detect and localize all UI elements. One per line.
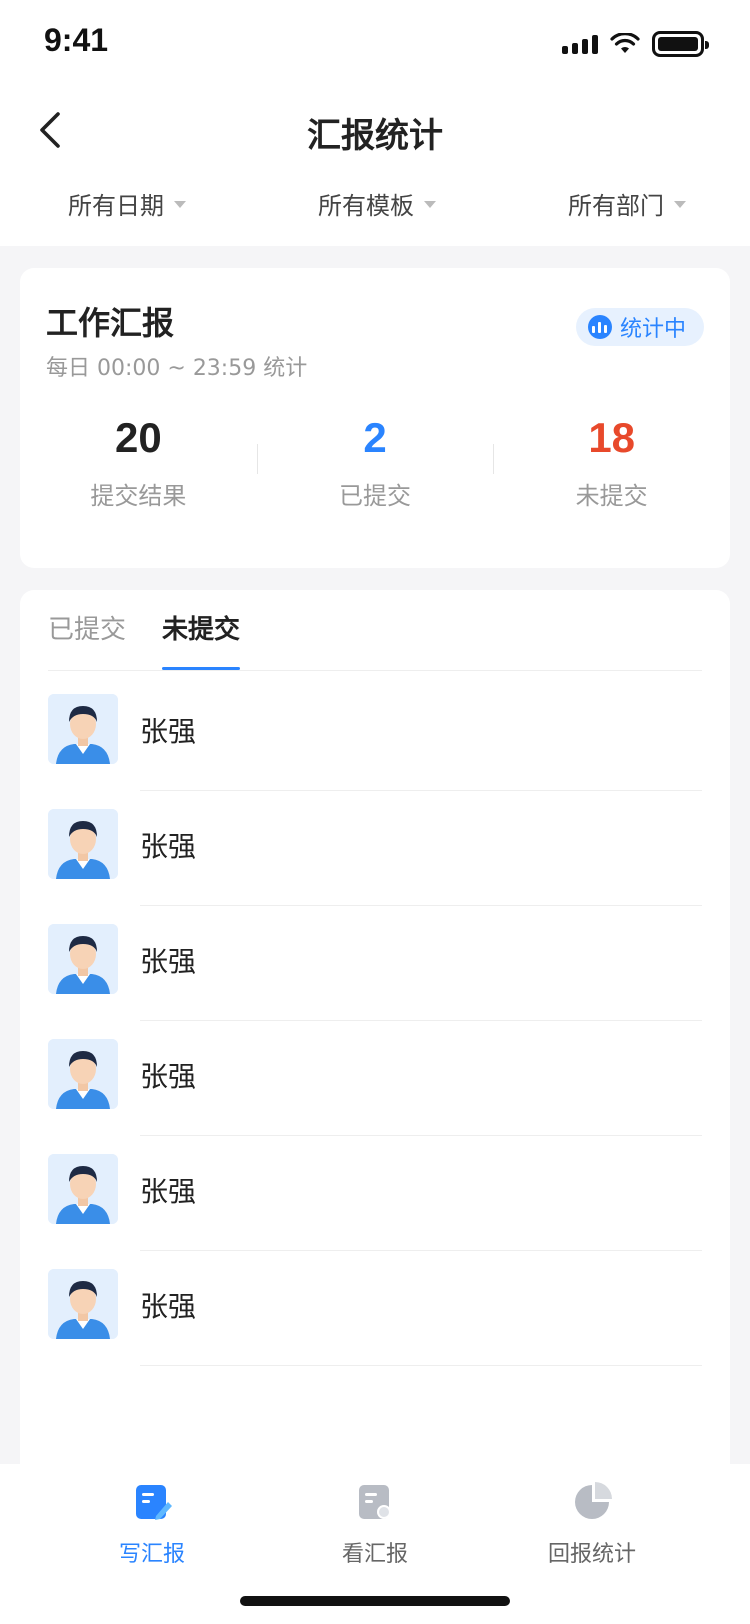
stat-submitted[interactable]: 2 已提交 [256, 408, 494, 518]
avatar [48, 1039, 118, 1109]
summary-card: 工作汇报 每日 00:00 ~ 23:59 统计 统计中 20 提交结果 2 已… [20, 268, 730, 568]
avatar [48, 694, 118, 764]
navigation-bar: 汇报统计 [0, 92, 750, 172]
filter-template-dropdown[interactable]: 所有模板 [318, 186, 436, 221]
page-title: 汇报统计 [307, 116, 443, 156]
tabbar-view-report-label: 看汇报 [341, 1542, 408, 1567]
stat-submitted-value: 2 [363, 414, 387, 461]
avatar-icon [48, 1269, 118, 1339]
filter-bar: 所有日期 所有模板 所有部门 [0, 186, 750, 236]
status-icons [562, 30, 709, 58]
person-name: 张强 [140, 945, 197, 978]
tab-unsubmitted[interactable]: 未提交 [162, 608, 241, 670]
stat-submitted-label: 已提交 [339, 482, 411, 510]
tabbar-view-report[interactable]: 看汇报 [295, 1482, 455, 1568]
list-item[interactable]: 张强 [48, 1247, 702, 1366]
bar-chart-icon [587, 315, 612, 339]
statistics-icon [575, 1482, 612, 1519]
tabbar-write-report-label: 写汇报 [118, 1542, 185, 1567]
caret-down-icon [424, 201, 436, 208]
avatar [48, 809, 118, 879]
list-item[interactable]: 张强 [48, 902, 702, 1021]
avatar [48, 1154, 118, 1224]
avatar-icon [48, 1154, 118, 1224]
avatar-icon [48, 694, 118, 764]
person-name: 张强 [140, 1175, 197, 1208]
person-name: 张强 [140, 830, 197, 863]
status-badge-label: 统计中 [619, 317, 686, 342]
avatar-icon [48, 809, 118, 879]
tabbar-statistics-label: 回报统计 [547, 1542, 636, 1567]
tabbar-write-report[interactable]: 写汇报 [72, 1482, 232, 1568]
list-item[interactable]: 张强 [48, 1132, 702, 1251]
person-name: 张强 [140, 1290, 197, 1323]
filter-department-label: 所有部门 [568, 192, 664, 220]
battery-icon [652, 31, 709, 57]
stat-unsubmitted-value: 18 [588, 414, 636, 461]
wifi-icon [610, 33, 640, 53]
submission-tabs: 已提交 未提交 [48, 608, 241, 670]
report-schedule: 每日 00:00 ~ 23:59 统计 [46, 356, 308, 381]
filter-template-label: 所有模板 [318, 192, 414, 220]
stat-unsubmitted[interactable]: 18 未提交 [493, 408, 730, 518]
report-title: 工作汇报 [46, 304, 175, 342]
status-bar: 9:41 [0, 0, 750, 88]
avatar-icon [48, 924, 118, 994]
row-divider [140, 1365, 702, 1366]
stat-total-value: 20 [114, 414, 162, 461]
tabs-divider [48, 670, 702, 671]
list-item[interactable]: 张强 [48, 787, 702, 906]
caret-down-icon [674, 201, 686, 208]
view-report-icon [359, 1485, 391, 1519]
person-name: 张强 [140, 715, 197, 748]
stat-unsubmitted-label: 未提交 [575, 482, 648, 510]
avatar-icon [48, 1039, 118, 1109]
avatar [48, 1269, 118, 1339]
person-name: 张强 [140, 1060, 197, 1093]
stat-total-label: 提交结果 [90, 482, 187, 510]
filter-department-dropdown[interactable]: 所有部门 [568, 186, 686, 221]
filter-date-dropdown[interactable]: 所有日期 [68, 186, 186, 221]
stats-row: 20 提交结果 2 已提交 18 未提交 [20, 408, 730, 518]
cellular-signal-icon [562, 34, 598, 54]
avatar [48, 924, 118, 994]
tab-submitted[interactable]: 已提交 [48, 608, 126, 670]
filter-date-label: 所有日期 [68, 192, 164, 220]
home-indicator [240, 1596, 510, 1606]
status-time: 9:41 [44, 22, 109, 58]
stat-total[interactable]: 20 提交结果 [20, 408, 257, 518]
tabbar-statistics[interactable]: 回报统计 [512, 1482, 672, 1568]
list-item[interactable]: 张强 [48, 672, 702, 791]
list-item[interactable]: 张强 [48, 1017, 702, 1136]
caret-down-icon [174, 201, 186, 208]
write-report-icon [136, 1485, 172, 1520]
status-badge: 统计中 [575, 308, 704, 346]
